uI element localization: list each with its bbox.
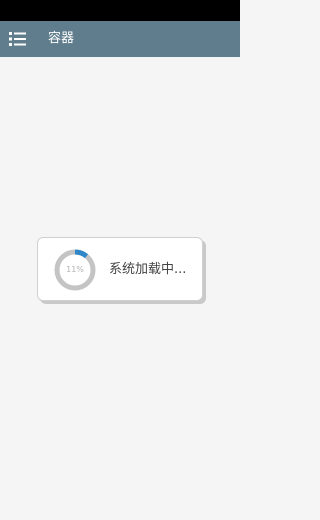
menu-button[interactable] [6,27,30,51]
status-bar [0,0,240,21]
app-bar: 容器 [0,21,240,57]
app-title: 容器 [48,31,75,46]
progress-percent-label: 11% [66,265,84,274]
list-menu-icon [9,32,26,46]
progress-ring: 11% [53,248,97,292]
loading-message: 系统加载中... [109,262,187,277]
loading-dialog: 11% 系统加载中... [37,237,203,301]
